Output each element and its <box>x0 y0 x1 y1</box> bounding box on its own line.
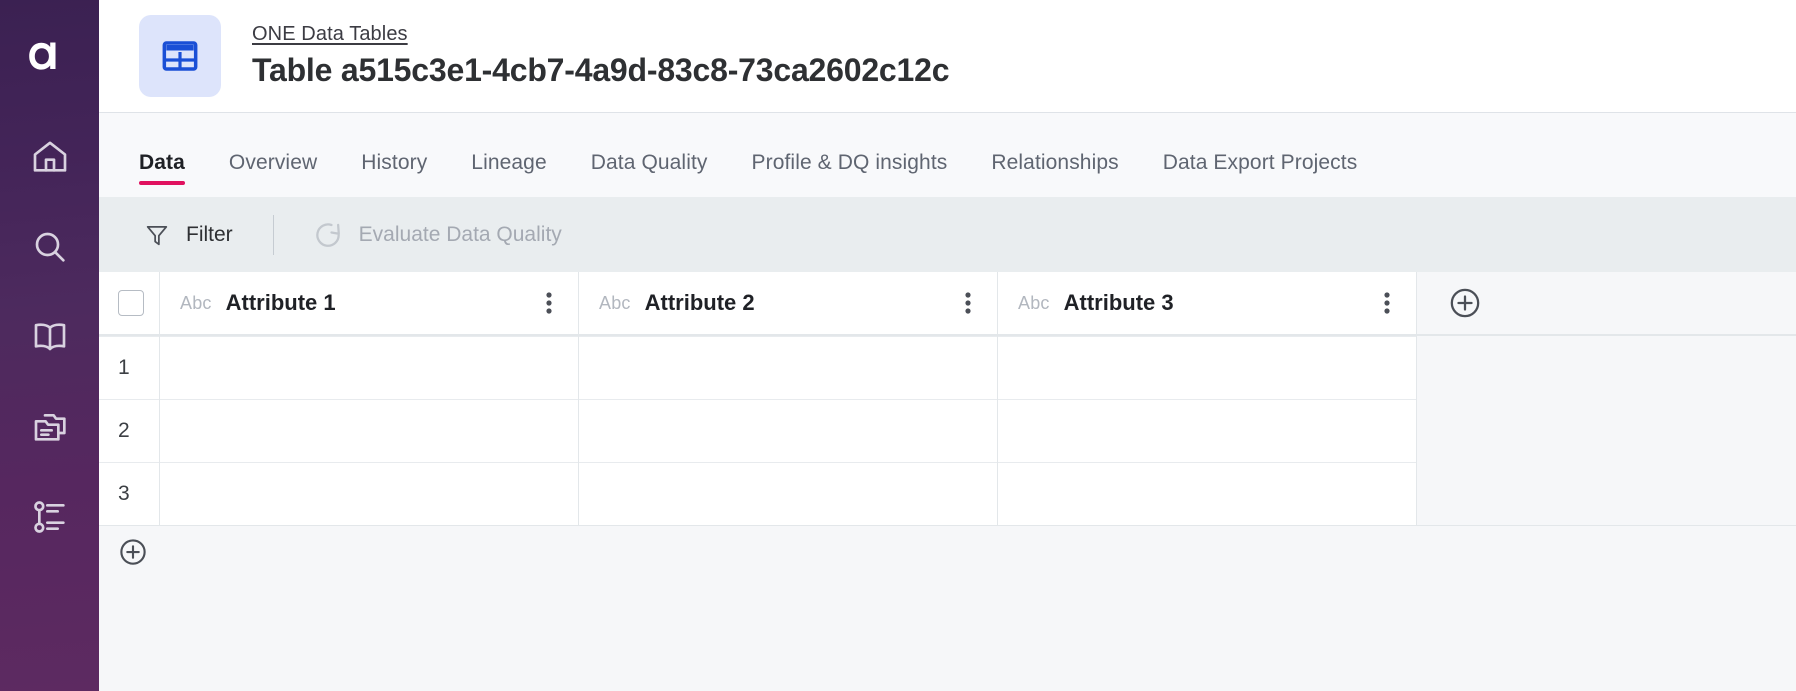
main-content: ONE Data Tables Table a515c3e1-4cb7-4a9d… <box>99 0 1796 691</box>
add-column-button[interactable] <box>1448 286 1482 325</box>
add-column-cell <box>1416 272 1796 334</box>
circle-refresh-icon <box>312 219 344 251</box>
tab-bar: Data Overview History Lineage Data Quali… <box>99 112 1796 197</box>
tab-history[interactable]: History <box>361 151 427 197</box>
circle-plus-icon <box>118 537 148 567</box>
column-name: Attribute 1 <box>226 290 538 316</box>
cell[interactable] <box>578 399 997 462</box>
table-row[interactable]: 2 <box>99 399 1796 462</box>
sidebar-item-home[interactable] <box>0 112 99 202</box>
data-grid: Abc Attribute 1 Abc <box>99 272 1796 691</box>
column-menu-button[interactable] <box>1376 286 1398 320</box>
column-name: Attribute 3 <box>1064 290 1376 316</box>
kebab-menu-icon <box>1384 291 1390 315</box>
tab-data-export-projects[interactable]: Data Export Projects <box>1163 151 1358 197</box>
column-type-indicator: Abc <box>180 293 212 314</box>
table-icon-badge <box>139 15 221 97</box>
filter-icon <box>143 221 171 249</box>
column-header-3: Abc Attribute 3 <box>997 272 1416 334</box>
column-menu-button[interactable] <box>538 286 560 320</box>
sidebar-item-knowledge-catalog[interactable] <box>0 292 99 382</box>
cell-value <box>998 399 1416 462</box>
cell[interactable] <box>997 462 1416 525</box>
app-logo[interactable] <box>0 0 99 112</box>
cell[interactable] <box>997 336 1416 399</box>
column-type-indicator: Abc <box>1018 293 1050 314</box>
tab-data-quality[interactable]: Data Quality <box>591 151 708 197</box>
sidebar-item-search[interactable] <box>0 202 99 292</box>
tab-overview[interactable]: Overview <box>229 151 317 197</box>
row-filler <box>1416 399 1796 462</box>
sidebar-item-lineage[interactable] <box>0 472 99 562</box>
table-row[interactable]: 1 <box>99 336 1796 399</box>
page-title: Table a515c3e1-4cb7-4a9d-83c8-73ca2602c1… <box>252 50 949 92</box>
kebab-menu-icon <box>965 291 971 315</box>
evaluate-data-quality-label: Evaluate Data Quality <box>359 223 562 247</box>
table-icon <box>160 36 200 76</box>
table-toolbar: Filter Evaluate Data Quality <box>99 197 1796 272</box>
cell[interactable] <box>159 462 578 525</box>
cell[interactable] <box>578 462 997 525</box>
select-all-cell <box>99 272 159 334</box>
column-header-1: Abc Attribute 1 <box>159 272 578 334</box>
column-header-2: Abc Attribute 2 <box>578 272 997 334</box>
filter-button[interactable]: Filter <box>139 215 237 255</box>
app-root: ONE Data Tables Table a515c3e1-4cb7-4a9d… <box>0 0 1796 691</box>
column-type-indicator: Abc <box>599 293 631 314</box>
cell[interactable] <box>159 399 578 462</box>
folder-icon <box>30 407 70 447</box>
breadcrumb[interactable]: ONE Data Tables <box>252 21 408 48</box>
tab-relationships[interactable]: Relationships <box>991 151 1118 197</box>
row-index: 1 <box>99 336 159 399</box>
book-icon <box>30 317 70 357</box>
cell-value <box>998 462 1416 525</box>
row-filler <box>1416 462 1796 525</box>
table-header-row: Abc Attribute 1 Abc <box>99 272 1796 336</box>
add-row-button[interactable] <box>118 537 148 572</box>
cell[interactable] <box>159 336 578 399</box>
column-name: Attribute 2 <box>645 290 957 316</box>
sidebar-item-documents[interactable] <box>0 382 99 472</box>
row-index: 3 <box>99 462 159 525</box>
evaluate-data-quality-button[interactable]: Evaluate Data Quality <box>308 213 566 257</box>
tab-lineage[interactable]: Lineage <box>471 151 546 197</box>
cell-value <box>579 336 997 399</box>
cell[interactable] <box>578 336 997 399</box>
cell-value <box>579 399 997 462</box>
add-row-bar <box>99 525 1796 583</box>
search-icon <box>30 227 70 267</box>
cell-value <box>579 462 997 525</box>
sidebar <box>0 0 99 691</box>
cell-value <box>160 336 578 399</box>
select-all-checkbox[interactable] <box>118 290 144 316</box>
cell[interactable] <box>997 399 1416 462</box>
lineage-nodes-icon <box>30 497 70 537</box>
tab-data[interactable]: Data <box>139 151 185 197</box>
toolbar-divider <box>273 215 274 255</box>
filter-label: Filter <box>186 223 233 247</box>
cell-value <box>998 336 1416 399</box>
home-icon <box>30 137 70 177</box>
table-row[interactable]: 3 <box>99 462 1796 525</box>
tab-profile-dq-insights[interactable]: Profile & DQ insights <box>752 151 948 197</box>
cell-value <box>160 399 578 462</box>
cell-value <box>160 462 578 525</box>
column-menu-button[interactable] <box>957 286 979 320</box>
row-filler <box>1416 336 1796 399</box>
one-logo-icon <box>27 33 73 79</box>
row-index: 2 <box>99 399 159 462</box>
circle-plus-icon <box>1448 286 1482 320</box>
kebab-menu-icon <box>546 291 552 315</box>
page-header: ONE Data Tables Table a515c3e1-4cb7-4a9d… <box>99 0 1796 112</box>
header-text-block: ONE Data Tables Table a515c3e1-4cb7-4a9d… <box>252 21 949 92</box>
